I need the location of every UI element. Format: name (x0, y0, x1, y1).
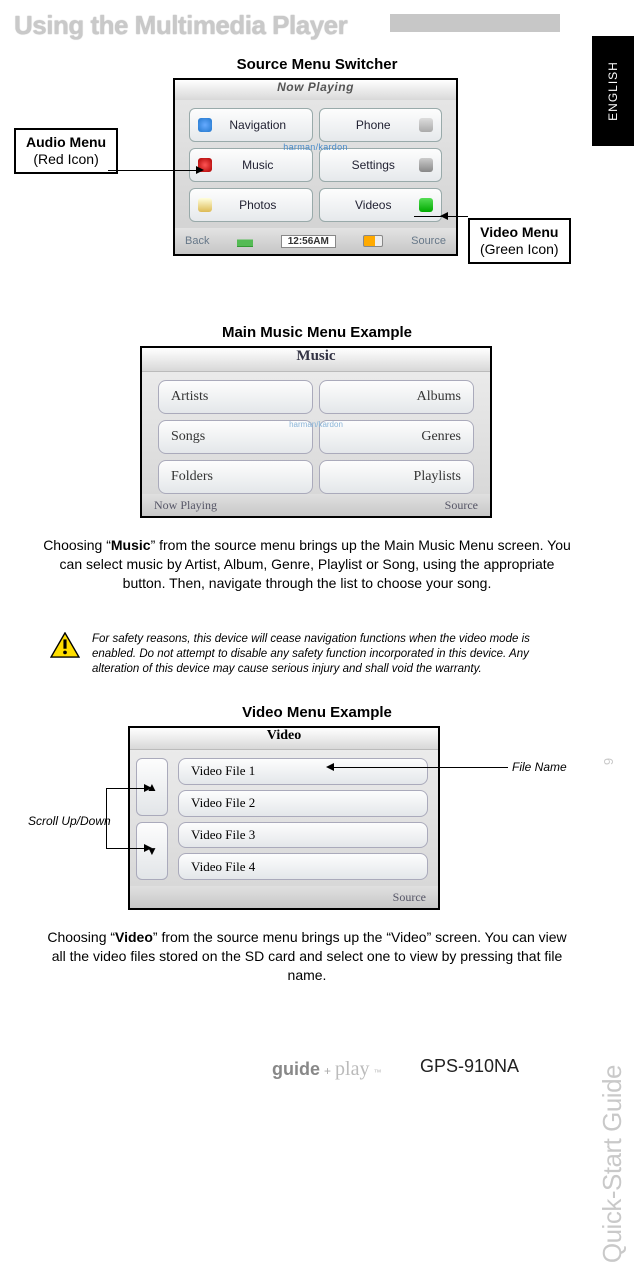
music-button[interactable]: Music (189, 148, 313, 182)
video-menu-device: Video ▲ ▼ Video File 1 Video File 2 Vide… (128, 726, 440, 910)
side-guide-label: Quick-Start Guide (597, 1065, 628, 1263)
video-description: Choosing “Video” from the source menu br… (40, 928, 574, 985)
playlists-button[interactable]: Playlists (319, 460, 474, 494)
source-brand: harman/kardon (283, 142, 347, 152)
navigation-button[interactable]: Navigation (189, 108, 313, 142)
page-number: 9 (601, 758, 616, 765)
music-brand: harman/kardon (289, 420, 343, 429)
arrow-left-icon (440, 212, 448, 220)
audio-callout-line (108, 170, 198, 171)
battery-icon (363, 235, 383, 247)
filename-annotation: File Name (512, 760, 567, 774)
scroll-down-button[interactable]: ▼ (136, 822, 168, 880)
scroll-up-button[interactable]: ▲ (136, 758, 168, 816)
music-foot-left[interactable]: Now Playing (154, 498, 217, 513)
audio-menu-callout: Audio Menu (Red Icon) (14, 128, 118, 174)
audio-callout-sub: (Red Icon) (26, 151, 106, 168)
music-menu-section-title: Main Music Menu Example (0, 324, 634, 341)
photos-icon (198, 198, 212, 212)
settings-button[interactable]: Settings (319, 148, 443, 182)
videos-label: Videos (355, 198, 391, 212)
gear-icon (419, 158, 433, 172)
video-icon (419, 198, 433, 212)
phone-icon (419, 118, 433, 132)
model-number: GPS-910NA (420, 1056, 519, 1077)
scroll-annotation: Scroll Up/Down (28, 814, 111, 828)
arrow-right-icon (196, 166, 204, 174)
photos-label: Photos (239, 198, 276, 212)
phone-button[interactable]: Phone (319, 108, 443, 142)
filename-line (330, 767, 508, 768)
settings-label: Settings (352, 158, 395, 172)
folders-button[interactable]: Folders (158, 460, 313, 494)
scroll-line (106, 788, 107, 848)
signal-icon (237, 235, 253, 247)
list-item[interactable]: Video File 3 (178, 822, 428, 849)
page-title: Using the Multimedia Player (14, 10, 347, 41)
arrow-right-icon (144, 784, 152, 792)
video-foot-right[interactable]: Source (393, 890, 426, 905)
artists-button[interactable]: Artists (158, 380, 313, 414)
source-label[interactable]: Source (411, 235, 446, 247)
video-callout-sub: (Green Icon) (480, 241, 559, 258)
language-tab: ENGLISH (592, 36, 634, 146)
back-label[interactable]: Back (185, 235, 209, 247)
warning-text: For safety reasons, this device will cea… (92, 632, 564, 677)
list-item[interactable]: Video File 1 (178, 758, 428, 785)
video-menu-section-title: Video Menu Example (0, 704, 634, 721)
albums-button[interactable]: Albums (319, 380, 474, 414)
warning-row: For safety reasons, this device will cea… (50, 632, 564, 677)
source-menu-device: Now Playing Navigation Phone Music Setti… (173, 78, 458, 256)
music-header: Music (142, 348, 490, 372)
navigation-icon (198, 118, 212, 132)
scroll-line (106, 788, 146, 789)
scroll-line (106, 848, 146, 849)
video-menu-callout: Video Menu (Green Icon) (468, 218, 571, 264)
arrow-left-icon (326, 763, 334, 771)
clock-display: 12:56AM (281, 235, 336, 248)
list-item[interactable]: Video File 2 (178, 790, 428, 817)
arrow-right-icon (144, 844, 152, 852)
music-foot-right[interactable]: Source (445, 498, 478, 513)
decorative-bar (390, 14, 560, 32)
warning-icon (50, 632, 80, 658)
source-menu-section-title: Source Menu Switcher (0, 56, 634, 73)
music-description: Choosing “Music” from the source menu br… (40, 536, 574, 593)
video-header: Video (130, 728, 438, 750)
list-item[interactable]: Video File 4 (178, 853, 428, 880)
footer-logo: guide + play ™ (272, 1058, 381, 1081)
music-menu-device: Music Artists Albums Songs Genres Folder… (140, 346, 492, 518)
source-top-label: Now Playing (175, 80, 456, 100)
video-callout-title: Video Menu (480, 224, 559, 241)
phone-label: Phone (356, 118, 391, 132)
photos-button[interactable]: Photos (189, 188, 313, 222)
music-label: Music (242, 158, 273, 172)
audio-callout-title: Audio Menu (26, 134, 106, 151)
navigation-label: Navigation (229, 118, 286, 132)
